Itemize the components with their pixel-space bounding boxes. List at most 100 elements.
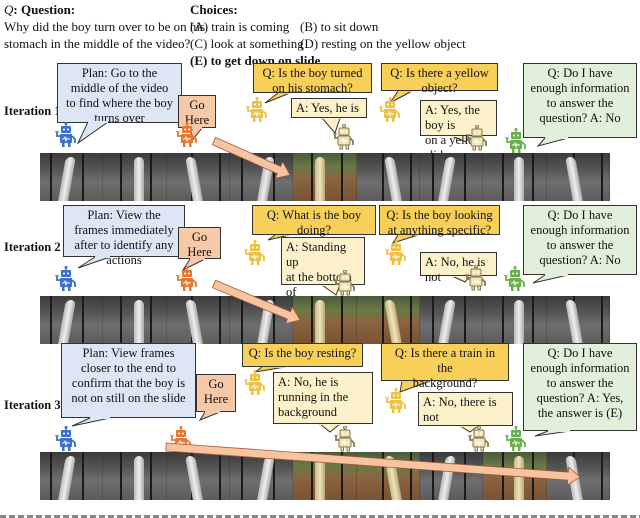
video-frame[interactable]: [166, 153, 230, 201]
planner-robot-icon: [55, 122, 76, 147]
answer-bubble-line: running in the: [278, 390, 349, 404]
slide-shape: [315, 300, 326, 344]
video-frame[interactable]: [483, 296, 547, 344]
plan-bubble-line: after to identify any: [74, 238, 174, 252]
video-frame[interactable]: [166, 296, 230, 344]
playground-pole: [600, 452, 603, 500]
video-frame[interactable]: [419, 153, 484, 201]
question-bubble-line: Q: Is there a yellow: [390, 66, 489, 80]
sufficiency-check-bubble-line: Q: Do I have: [547, 66, 613, 80]
sufficiency-check-bubble: Q: Do I have enough information to answer …: [523, 63, 637, 138]
slide-shape: [438, 300, 456, 344]
answerer-robot-icon: [334, 426, 355, 452]
answer-bubble-line: A: Standing up: [286, 240, 347, 269]
video-frame[interactable]: [419, 296, 484, 344]
playground-pole: [341, 153, 344, 201]
video-frame[interactable]: [103, 296, 167, 344]
slide-shape: [564, 157, 583, 201]
video-frame[interactable]: [40, 452, 104, 500]
questioner-robot-icon: [246, 97, 267, 122]
sufficiency-check-bubble-line: the answer is (E): [537, 406, 623, 420]
question-bubble: Q: Is there a yellow object?: [381, 63, 498, 95]
slide-shape: [184, 300, 203, 344]
question-bubble-line: Q: Is the boy looking: [386, 208, 493, 222]
slide-shape: [383, 157, 402, 201]
video-frame[interactable]: [356, 296, 420, 344]
plan-bubble-tail: [76, 121, 110, 145]
playground-pole: [463, 296, 466, 344]
video-frame[interactable]: [356, 452, 420, 500]
answer-bubble: A: No, there is not: [418, 392, 513, 426]
video-frame[interactable]: [40, 296, 104, 344]
video-frame[interactable]: [546, 452, 610, 500]
video-frame[interactable]: [546, 296, 610, 344]
choice-a: (A) train is coming: [190, 19, 290, 34]
choices-block: Choices: (A) train is coming (B) to sit …: [190, 1, 630, 69]
playground-pole: [341, 296, 344, 344]
question-bubble: Q: Is the boy turned on his stomach?: [253, 63, 372, 95]
video-frame[interactable]: [293, 153, 357, 201]
question-bubble-line: object?: [421, 81, 458, 95]
planner-robot-icon: [55, 266, 76, 291]
playground-pole: [218, 153, 221, 201]
video-frame[interactable]: [103, 153, 167, 201]
video-frame[interactable]: [40, 153, 104, 201]
sufficiency-check-bubble-line: question? A: No: [539, 253, 621, 267]
video-frame[interactable]: [483, 153, 547, 201]
playground-pole: [502, 452, 505, 500]
playground-pole: [150, 153, 153, 201]
questioner-robot-icon: [385, 240, 406, 265]
slide-shape: [564, 456, 583, 500]
video-frame[interactable]: [293, 296, 357, 344]
slide-shape: [184, 157, 203, 201]
video-frame[interactable]: [293, 452, 357, 500]
iteration-label: Iteration 1: [4, 104, 61, 118]
plan-bubble-line: confirm that the boy is: [71, 376, 186, 390]
navigator-robot-icon: [170, 426, 191, 451]
video-frame[interactable]: [356, 153, 420, 201]
answerer-robot-icon: [333, 124, 354, 150]
checker-robot-icon: [505, 426, 526, 451]
playground-pole: [82, 296, 84, 344]
sufficiency-check-bubble-line: to answer the: [546, 376, 614, 390]
video-frame[interactable]: [483, 452, 547, 500]
playground-pole: [532, 452, 535, 500]
playground-pole: [381, 296, 384, 344]
playground-pole: [218, 296, 221, 344]
slide-shape: [514, 456, 525, 500]
playground-pole: [311, 296, 314, 344]
check-bubble-tail: [536, 137, 569, 147]
playground-pole: [409, 153, 412, 201]
questioner-robot-icon: [379, 97, 400, 122]
question-label: : Question:: [13, 2, 76, 17]
plan-bubble-line: closer to the end to: [80, 361, 177, 375]
slide-shape: [134, 157, 145, 201]
video-frame[interactable]: [229, 296, 294, 344]
playground-pole: [240, 296, 243, 344]
video-frame[interactable]: [229, 452, 294, 500]
playground-pole: [311, 452, 314, 500]
playground-pole: [82, 452, 84, 500]
choice-c: (C) look at something: [190, 36, 304, 51]
playground-pole: [240, 452, 243, 500]
sufficiency-check-bubble-line: enough information: [530, 361, 630, 375]
playground-pole: [50, 296, 52, 344]
video-frame[interactable]: [103, 452, 167, 500]
sufficiency-check-bubble-line: enough information: [530, 223, 630, 237]
sufficiency-check-bubble-line: question? A: No: [539, 111, 621, 125]
question-bubble: Q: Is the boy resting?: [242, 343, 363, 367]
question-bubble: Q: Is the boy looking at anything specifi…: [379, 205, 500, 237]
video-frame[interactable]: [229, 153, 294, 201]
question-bubble-line: on his stomach?: [272, 81, 353, 95]
slide-shape: [134, 456, 145, 500]
video-frame-strip: [40, 296, 610, 344]
go-here-bubble-line: Go: [191, 230, 208, 244]
choices-heading: Choices:: [190, 2, 238, 17]
slide-shape: [58, 456, 76, 500]
video-frame[interactable]: [546, 153, 610, 201]
video-frame[interactable]: [166, 452, 230, 500]
sufficiency-check-bubble-line: question? A: Yes,: [536, 391, 624, 405]
video-frame[interactable]: [419, 452, 484, 500]
question-bubble-line: at anything specific?: [387, 223, 492, 237]
sufficiency-check-bubble: Q: Do I have enough information to answer …: [523, 205, 637, 275]
